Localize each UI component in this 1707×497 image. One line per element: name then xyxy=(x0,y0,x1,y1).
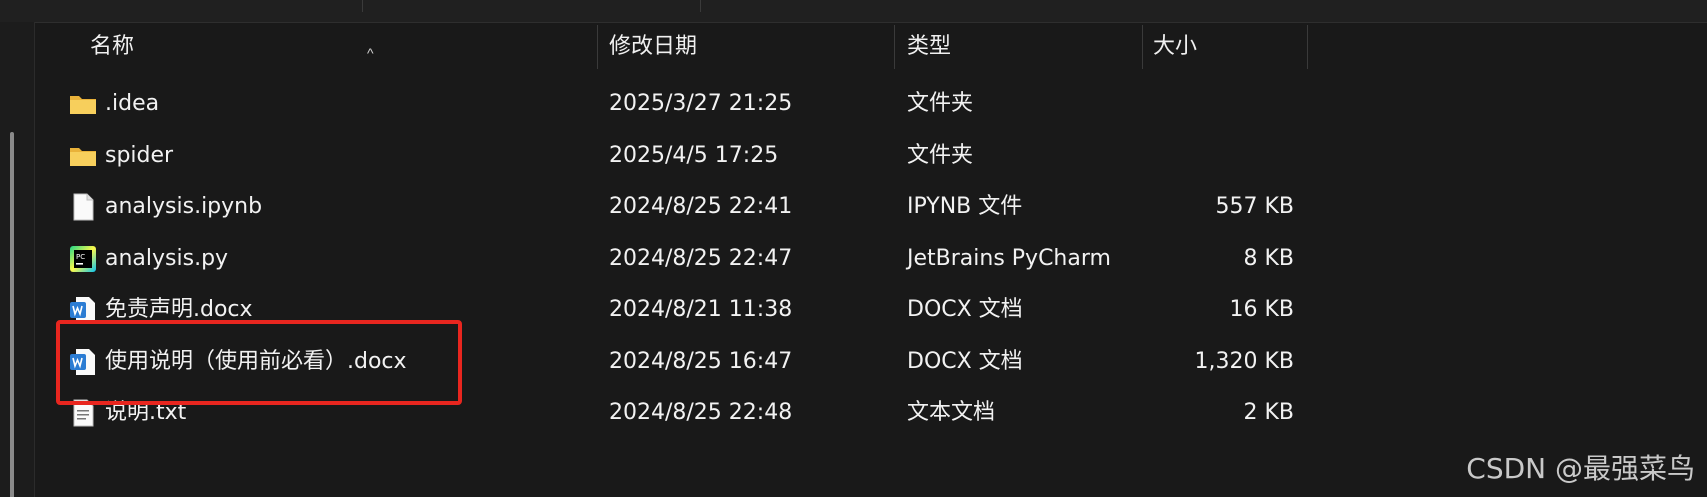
column-divider[interactable] xyxy=(894,25,895,69)
word-doc-icon xyxy=(70,348,95,375)
file-size xyxy=(1145,78,1294,129)
file-row[interactable]: 使用说明（使用前必看）.docx 2024/8/25 16:47 DOCX 文档… xyxy=(35,336,1707,388)
file-type: 文件夹 xyxy=(907,142,974,168)
file-date: 2024/8/25 16:47 xyxy=(609,348,793,374)
file-size: 2 KB xyxy=(1243,400,1294,425)
folder-icon xyxy=(70,147,96,166)
file-name: 说明.txt xyxy=(105,400,187,425)
file-size: 1,320 KB xyxy=(1194,348,1295,374)
file-date: 2025/4/5 17:25 xyxy=(609,142,779,168)
file-list: .idea 2025/3/27 21:25 文件夹 spider 2025/4/… xyxy=(35,78,1707,439)
file-type: DOCX 文档 xyxy=(907,297,1023,322)
watermark: CSDN @最强菜鸟 xyxy=(1466,452,1695,485)
column-divider[interactable] xyxy=(597,25,598,69)
word-doc-icon xyxy=(70,297,95,323)
file-name: 使用说明（使用前必看）.docx xyxy=(105,348,407,374)
file-name: analysis.ipynb xyxy=(105,194,263,219)
toolbar-divider xyxy=(700,0,701,12)
file-row[interactable]: .idea 2025/3/27 21:25 文件夹 xyxy=(35,78,1707,130)
file-explorer-window: ^ 名称 修改日期 类型 大小 .idea 2025/3/27 21:25 文件… xyxy=(0,0,1707,497)
file-row[interactable]: 说明.txt 2024/8/25 22:48 文本文档 2 KB xyxy=(35,387,1707,439)
column-header-date[interactable]: 修改日期 xyxy=(609,23,889,71)
text-file-icon xyxy=(73,399,94,427)
file-type: JetBrains PyCharm xyxy=(907,245,1111,271)
file-name: 免责声明.docx xyxy=(105,297,253,322)
file-type: 文本文档 xyxy=(907,400,996,425)
file-date: 2024/8/21 11:38 xyxy=(609,297,793,322)
file-name: analysis.py xyxy=(105,245,229,271)
file-name: .idea xyxy=(105,91,160,116)
file-type: DOCX 文档 xyxy=(907,348,1023,374)
file-size: 557 KB xyxy=(1215,194,1294,219)
column-header-name[interactable]: 名称 xyxy=(90,23,595,71)
pycharm-icon: PC xyxy=(70,245,96,272)
navigation-pane[interactable] xyxy=(0,22,35,497)
file-row[interactable]: analysis.ipynb 2024/8/25 22:41 IPYNB 文件 … xyxy=(35,181,1707,233)
file-row[interactable]: PC analysis.py 2024/8/25 22:47 JetBrains… xyxy=(35,233,1707,285)
toolbar-strip xyxy=(0,0,1707,23)
file-row[interactable]: spider 2025/4/5 17:25 文件夹 xyxy=(35,130,1707,182)
toolbar-divider xyxy=(362,0,363,12)
file-size: 16 KB xyxy=(1229,297,1294,322)
file-size xyxy=(1145,130,1294,181)
navigation-scrollbar[interactable] xyxy=(10,132,14,497)
file-row[interactable]: 免责声明.docx 2024/8/21 11:38 DOCX 文档 16 KB xyxy=(35,284,1707,336)
column-header-type[interactable]: 类型 xyxy=(907,23,1137,71)
file-date: 2025/3/27 21:25 xyxy=(609,91,793,116)
folder-icon xyxy=(70,96,96,114)
file-size: 8 KB xyxy=(1243,245,1294,271)
column-header-size[interactable]: 大小 xyxy=(1153,23,1303,71)
file-type: IPYNB 文件 xyxy=(907,194,1023,219)
file-date: 2024/8/25 22:48 xyxy=(609,400,793,425)
document-icon xyxy=(73,193,94,221)
column-divider[interactable] xyxy=(1142,25,1143,69)
file-name: spider xyxy=(105,142,174,168)
file-type: 文件夹 xyxy=(907,91,974,116)
column-divider[interactable] xyxy=(1307,25,1308,69)
file-date: 2024/8/25 22:47 xyxy=(609,245,793,271)
svg-text:PC: PC xyxy=(76,253,85,261)
file-date: 2024/8/25 22:41 xyxy=(609,194,793,219)
column-header: ^ 名称 修改日期 类型 大小 xyxy=(35,23,1707,71)
